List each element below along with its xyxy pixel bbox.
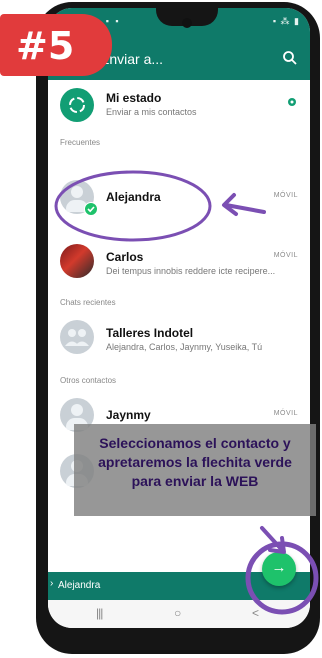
instruction-caption: Seleccionamos el contacto y apretaremos …: [74, 424, 316, 516]
annotation-overlay: [54, 170, 319, 615]
highlight-circle: [245, 541, 319, 615]
highlight-ellipse: [54, 170, 212, 242]
caption-text: Seleccionamos el contacto y apretaremos …: [98, 435, 292, 489]
